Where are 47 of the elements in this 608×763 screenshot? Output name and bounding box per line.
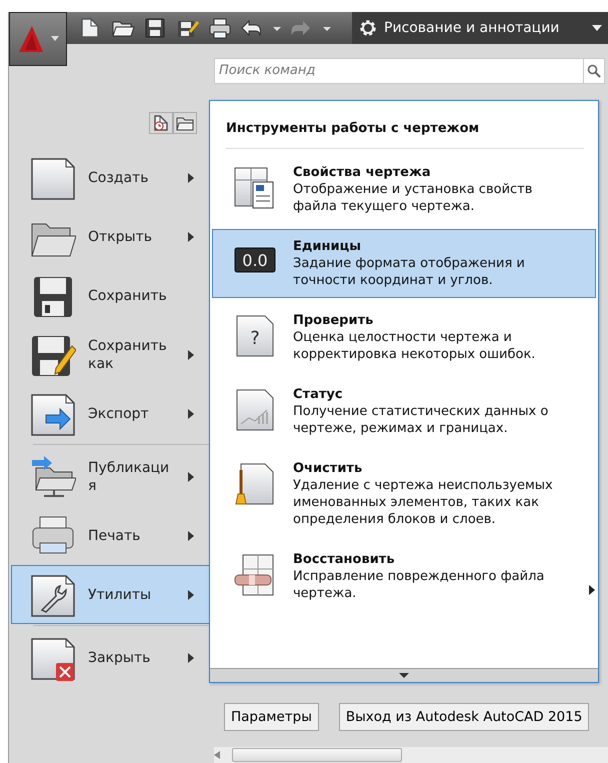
submenu-item[interactable]: Восстановить Исправление поврежденного файла чертежа.	[212, 542, 596, 610]
clock-page-icon	[153, 114, 169, 132]
search-button[interactable]	[583, 58, 605, 84]
submenu-title: Инструменты работы с чертежом	[226, 120, 480, 138]
submenu-item[interactable]: Свойства чертежа Отображение и установка свойств файла текущего чертежа.	[212, 154, 596, 224]
menu-item[interactable]: Открыть	[11, 207, 211, 266]
options-button[interactable]: Параметры	[224, 703, 319, 731]
caret-icon	[399, 673, 409, 678]
workspace-dropdown[interactable]: Рисование и аннотации	[352, 12, 608, 44]
scroll-left-icon	[214, 751, 220, 759]
menu-item[interactable]: Сохранить	[11, 266, 211, 325]
submenu-arrow-icon	[188, 652, 194, 662]
search-field[interactable]: Поиск команд	[214, 58, 583, 84]
submenu-item[interactable]: 0.0 Единицы Задание формата отображения и точности координат и углов.	[212, 228, 596, 298]
print-icon[interactable]	[208, 17, 232, 39]
submenu-arrow-icon	[188, 172, 194, 182]
submenu-item[interactable]: ? Проверить Оценка целостности чертежа и корректировка некоторых ошибок.	[212, 302, 596, 372]
exit-button[interactable]: Выход из Autodesk AutoCAD 2015	[338, 703, 590, 731]
submenu-item[interactable]: Статус Получение статистических данных о чертеже, режимах и границах.	[212, 376, 596, 446]
recent-documents-button[interactable]	[149, 112, 173, 134]
submenu-arrow-icon	[188, 350, 194, 360]
submenu-arrow-icon	[188, 472, 194, 482]
submenu-arrow-icon	[188, 590, 194, 600]
folder-icon	[176, 115, 194, 131]
caret-icon	[51, 36, 59, 42]
undo-icon[interactable]	[240, 17, 264, 39]
submenu-arrow-icon	[188, 232, 194, 242]
scrollbar-thumb[interactable]	[232, 748, 402, 762]
gear-icon	[358, 18, 378, 38]
menu-item[interactable]: Печать	[11, 506, 211, 565]
menu-item[interactable]: Сохранить как	[11, 325, 211, 384]
caret-icon	[592, 25, 602, 31]
horizontal-scrollbar[interactable]	[214, 747, 608, 763]
menu-item[interactable]: Закрыть	[11, 628, 211, 687]
submenu-arrow-icon	[188, 408, 194, 418]
publish-folder-icon	[30, 454, 76, 500]
submenu-arrow-icon	[188, 530, 194, 540]
search-icon	[587, 64, 601, 78]
application-button[interactable]	[9, 12, 67, 66]
submenu-arrow-icon	[589, 584, 595, 594]
icon-label: ?	[250, 328, 260, 348]
menu-item[interactable]: Утилиты	[11, 565, 211, 624]
icon-label: 0.0	[242, 250, 268, 270]
submenu-item[interactable]: Очистить Удаление с чертежа неиспользуемых именованных элементов, таких как определения блоков и слоев.	[212, 450, 596, 536]
open-documents-button[interactable]	[173, 112, 197, 134]
menu-item[interactable]: Экспорт	[11, 384, 211, 443]
menu-item[interactable]: Создать	[11, 148, 211, 207]
